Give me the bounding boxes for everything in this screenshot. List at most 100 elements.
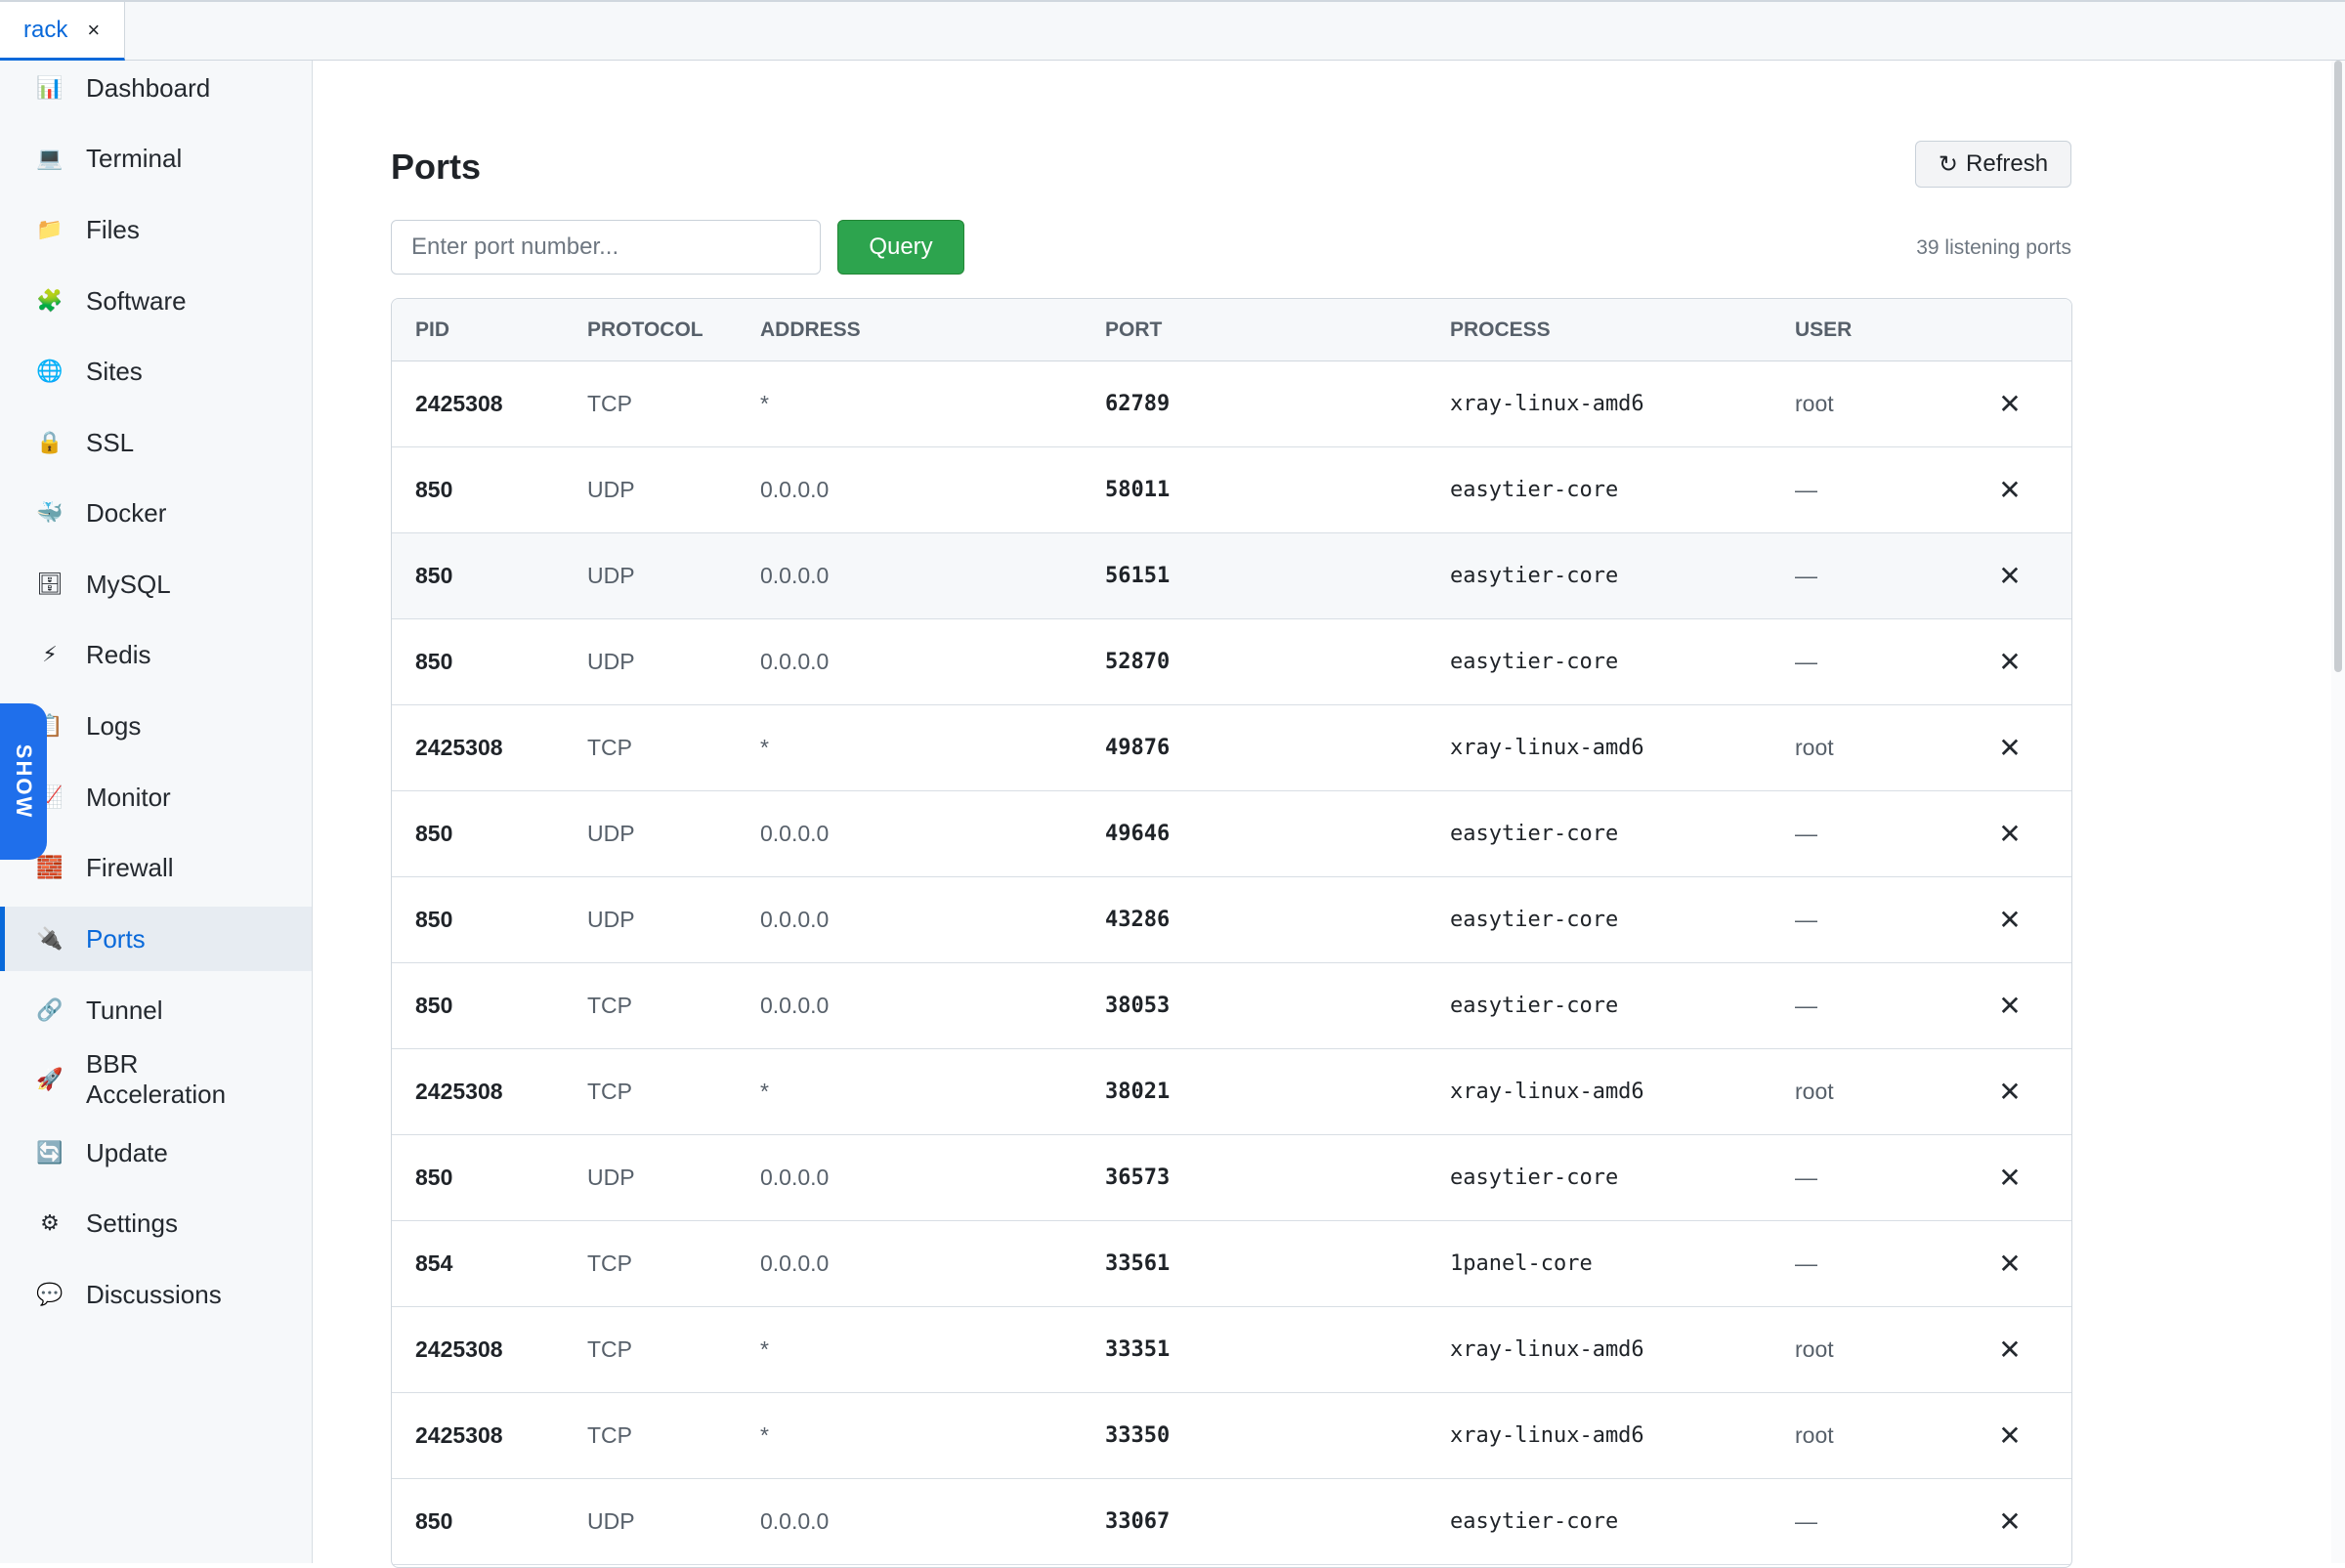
user-cell: root bbox=[1795, 1422, 1834, 1448]
protocol-cell: TCP bbox=[587, 993, 632, 1018]
protocol-cell: UDP bbox=[587, 477, 635, 502]
address-cell: * bbox=[760, 735, 769, 760]
address-cell: * bbox=[760, 1336, 769, 1362]
close-icon[interactable]: ✕ bbox=[1994, 1221, 2025, 1306]
database-icon: 🗄 bbox=[36, 572, 64, 596]
rocket-icon: 🚀 bbox=[36, 1067, 64, 1091]
port-search-input[interactable] bbox=[391, 220, 821, 275]
sidebar-item-files[interactable]: 📁 Files bbox=[0, 197, 312, 262]
port-cell: 49876 bbox=[1105, 736, 1171, 760]
user-cell: — bbox=[1795, 907, 1817, 932]
close-icon[interactable]: ✕ bbox=[1994, 533, 2025, 618]
refresh-icon: ↻ bbox=[1938, 150, 1959, 178]
page-title: Ports bbox=[391, 147, 482, 187]
close-icon[interactable]: ✕ bbox=[1994, 791, 2025, 876]
process-cell: easytier-core bbox=[1450, 1509, 1619, 1534]
close-icon[interactable]: ✕ bbox=[1994, 1393, 2025, 1478]
tab-close-icon[interactable]: × bbox=[87, 18, 100, 43]
close-icon[interactable]: ✕ bbox=[1994, 361, 2025, 446]
column-header-protocol: PROTOCOL bbox=[587, 318, 704, 341]
user-cell: — bbox=[1795, 1508, 1817, 1534]
sidebar-item-firewall[interactable]: 🧱 Firewall bbox=[0, 835, 312, 900]
sidebar-item-label: BBR Acceleration bbox=[86, 1049, 227, 1109]
address-cell: 0.0.0.0 bbox=[760, 993, 830, 1018]
globe-icon: 🌐 bbox=[36, 359, 64, 383]
sidebar-item-dashboard[interactable]: 📊 Dashboard bbox=[0, 56, 312, 120]
protocol-cell: UDP bbox=[587, 821, 635, 846]
column-header-process: PROCESS bbox=[1450, 318, 1551, 341]
user-cell: — bbox=[1795, 1250, 1817, 1276]
ports-table: PID PROTOCOL ADDRESS PORT PROCESS USER 2… bbox=[391, 298, 2072, 1568]
close-icon[interactable]: ✕ bbox=[1994, 705, 2025, 790]
sidebar-item-update[interactable]: 🔄 Update bbox=[0, 1121, 312, 1185]
pid-cell: 2425308 bbox=[415, 1422, 503, 1448]
port-cell: 33067 bbox=[1105, 1509, 1171, 1534]
table-row: 2425308 TCP * 33350 xray-linux-amd6 root ✕ bbox=[392, 1393, 2071, 1479]
sidebar-item-label: Ports bbox=[86, 923, 146, 954]
show-toggle-button[interactable]: SHOW bbox=[0, 703, 47, 860]
sidebar-item-settings[interactable]: ⚙ Settings bbox=[0, 1191, 312, 1255]
protocol-cell: TCP bbox=[587, 391, 632, 416]
plug-icon: 🔌 bbox=[36, 926, 64, 951]
address-cell: 0.0.0.0 bbox=[760, 563, 830, 588]
sidebar-item-ports[interactable]: 🔌 Ports bbox=[0, 907, 312, 971]
pid-cell: 850 bbox=[415, 993, 453, 1018]
process-cell: easytier-core bbox=[1450, 1165, 1619, 1190]
address-cell: * bbox=[760, 1079, 769, 1104]
protocol-cell: UDP bbox=[587, 1508, 635, 1534]
port-cell: 43286 bbox=[1105, 908, 1171, 932]
column-header-address: ADDRESS bbox=[760, 318, 861, 341]
sidebar-item-tunnel[interactable]: 🔗 Tunnel bbox=[0, 978, 312, 1042]
sidebar-item-docker[interactable]: 🐳 Docker bbox=[0, 481, 312, 545]
sidebar-item-sites[interactable]: 🌐 Sites bbox=[0, 339, 312, 403]
puzzle-icon: 🧩 bbox=[36, 288, 64, 313]
close-icon[interactable]: ✕ bbox=[1994, 447, 2025, 532]
refresh-button[interactable]: ↻ Refresh bbox=[1915, 141, 2071, 188]
sidebar-item-discussions[interactable]: 💬 Discussions bbox=[0, 1262, 312, 1327]
process-cell: easytier-core bbox=[1450, 908, 1619, 932]
close-icon[interactable]: ✕ bbox=[1994, 1135, 2025, 1220]
sidebar-item-ssl[interactable]: 🔒 SSL bbox=[0, 410, 312, 475]
page-scrollbar[interactable] bbox=[2331, 61, 2345, 1563]
pid-cell: 850 bbox=[415, 1165, 453, 1190]
close-icon[interactable]: ✕ bbox=[1994, 1479, 2025, 1564]
sidebar-item-label: Sites bbox=[86, 356, 143, 386]
user-cell: root bbox=[1795, 391, 1834, 416]
pid-cell: 850 bbox=[415, 1508, 453, 1534]
sidebar-item-software[interactable]: 🧩 Software bbox=[0, 269, 312, 333]
sidebar-item-label: MySQL bbox=[86, 569, 171, 599]
process-cell: xray-linux-amd6 bbox=[1450, 736, 1644, 760]
lock-icon: 🔒 bbox=[36, 430, 64, 454]
port-cell: 56151 bbox=[1105, 564, 1171, 588]
pid-cell: 850 bbox=[415, 907, 453, 932]
scrollbar-thumb[interactable] bbox=[2334, 61, 2342, 672]
table-row: 2425308 TCP * 62789 xray-linux-amd6 root ✕ bbox=[392, 361, 2071, 447]
address-cell: 0.0.0.0 bbox=[760, 1508, 830, 1534]
query-button[interactable]: Query bbox=[837, 220, 964, 275]
close-icon[interactable]: ✕ bbox=[1994, 877, 2025, 962]
terminal-icon: 💻 bbox=[36, 146, 64, 170]
sidebar-item-label: SSL bbox=[86, 427, 135, 457]
tab-rack[interactable]: rack × bbox=[0, 2, 125, 61]
user-cell: root bbox=[1795, 1336, 1834, 1362]
port-cell: 62789 bbox=[1105, 392, 1171, 416]
close-icon[interactable]: ✕ bbox=[1994, 1307, 2025, 1392]
sidebar-item-terminal[interactable]: 💻 Terminal bbox=[0, 126, 312, 191]
show-toggle-label: SHOW bbox=[12, 743, 37, 820]
sidebar-item-label: Discussions bbox=[86, 1279, 222, 1309]
sidebar-item-redis[interactable]: ⚡ Redis bbox=[0, 622, 312, 687]
table-row: 850 UDP 0.0.0.0 56151 easytier-core — ✕ bbox=[392, 533, 2071, 619]
refresh-cycle-icon: 🔄 bbox=[36, 1140, 64, 1165]
close-icon[interactable]: ✕ bbox=[1994, 1049, 2025, 1134]
process-cell: easytier-core bbox=[1450, 994, 1619, 1018]
protocol-cell: TCP bbox=[587, 1336, 632, 1362]
close-icon[interactable]: ✕ bbox=[1994, 619, 2025, 704]
table-row: 854 TCP 0.0.0.0 33561 1panel-core — ✕ bbox=[392, 1221, 2071, 1307]
sidebar-item-mysql[interactable]: 🗄 MySQL bbox=[0, 552, 312, 616]
close-icon[interactable]: ✕ bbox=[1994, 963, 2025, 1048]
sidebar-item-bbr[interactable]: 🚀 BBR Acceleration bbox=[0, 1040, 312, 1119]
port-cell: 38053 bbox=[1105, 994, 1171, 1018]
port-cell: 58011 bbox=[1105, 478, 1171, 502]
whale-icon: 🐳 bbox=[36, 500, 64, 525]
user-cell: — bbox=[1795, 477, 1817, 502]
